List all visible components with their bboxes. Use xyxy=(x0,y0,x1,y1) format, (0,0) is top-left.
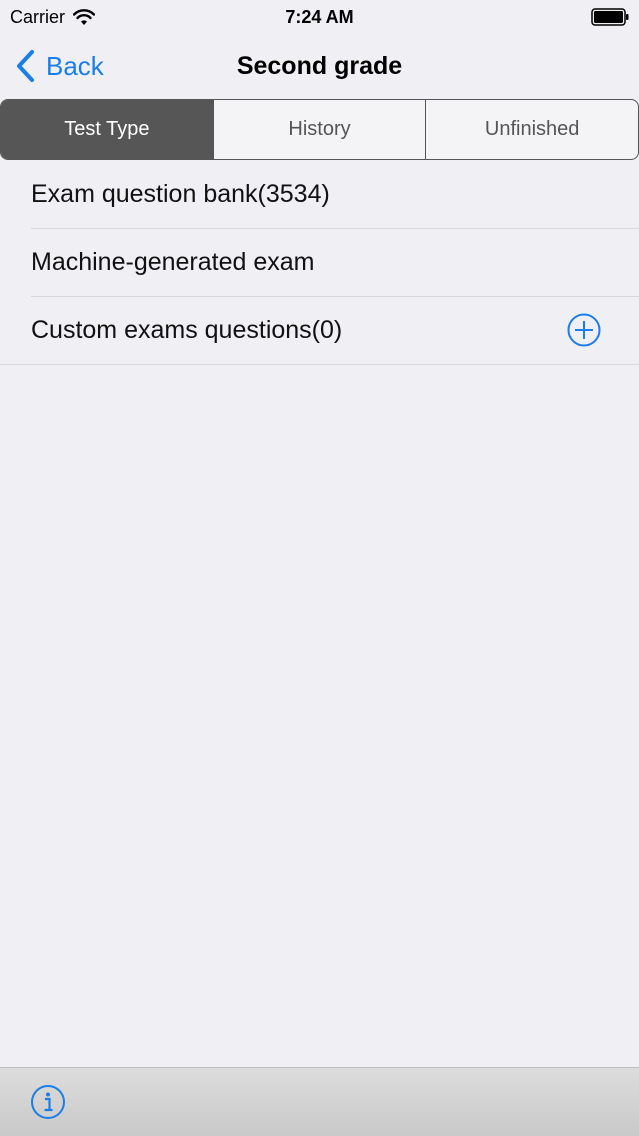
list-item-label: Custom exams questions(0) xyxy=(31,315,343,344)
status-time: 7:24 AM xyxy=(285,7,354,27)
segment-history[interactable]: History xyxy=(212,100,426,159)
segmented-control: Test Type History Unfinished xyxy=(0,99,639,160)
segment-unfinished[interactable]: Unfinished xyxy=(425,100,638,159)
carrier-indicator: Carrier xyxy=(10,6,96,28)
navigation-bar: Back Second grade xyxy=(0,34,639,98)
list-item-label: Machine-generated exam xyxy=(31,247,315,276)
list-item-custom-exams-questions[interactable]: Custom exams questions(0) xyxy=(0,296,639,364)
back-button-label: Back xyxy=(46,50,104,81)
bottom-toolbar xyxy=(0,1067,639,1136)
info-icon[interactable] xyxy=(30,1084,66,1120)
wifi-icon xyxy=(73,9,96,25)
carrier-label: Carrier xyxy=(10,6,66,27)
exam-type-list: Exam question bank(3534) Machine-generat… xyxy=(0,160,639,365)
segment-test-type[interactable]: Test Type xyxy=(1,100,213,159)
list-item-exam-question-bank[interactable]: Exam question bank(3534) xyxy=(0,160,639,228)
plus-circle-icon[interactable] xyxy=(567,313,601,347)
list-item-label: Exam question bank(3534) xyxy=(31,179,330,208)
back-button[interactable]: Back xyxy=(14,48,104,84)
status-bar: Carrier 7:24 AM xyxy=(0,0,639,34)
chevron-left-icon xyxy=(17,50,34,82)
list-item-machine-generated-exam[interactable]: Machine-generated exam xyxy=(0,228,639,296)
battery-icon xyxy=(591,8,629,26)
